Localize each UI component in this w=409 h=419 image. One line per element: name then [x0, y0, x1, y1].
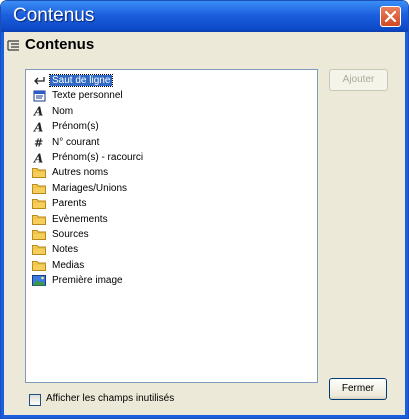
folder-icon — [32, 228, 46, 242]
image-icon — [32, 274, 46, 288]
list-item[interactable]: # N° courant — [32, 135, 101, 150]
section-title: Contenus — [25, 36, 95, 53]
add-button[interactable]: Ajouter — [329, 69, 388, 91]
window-frame — [405, 32, 408, 418]
list-icon — [7, 40, 19, 51]
line-break-icon — [32, 74, 46, 88]
folder-icon — [32, 258, 46, 272]
svg-text:A: A — [33, 121, 43, 133]
close-button[interactable]: Fermer — [329, 378, 387, 400]
list-item[interactable]: Medias — [32, 258, 86, 273]
contenus-dialog: Contenus Contenus Saut de ligne Texte per… — [0, 0, 409, 419]
list-item[interactable]: Première image — [32, 273, 125, 288]
list-item-label: Autres noms — [52, 167, 109, 179]
list-item-label: Prénom(s) — [52, 121, 99, 133]
list-item-label: Notes — [52, 244, 79, 256]
list-item[interactable]: Autres noms — [32, 165, 110, 180]
list-item[interactable]: Notes — [32, 242, 80, 257]
field-a-icon: A — [32, 120, 46, 134]
list-item[interactable]: Parents — [32, 196, 88, 211]
list-item-label: Evènements — [52, 213, 108, 225]
hash-icon: # — [32, 135, 46, 149]
show-unused-fields-label[interactable]: Afficher les champs inutilisés — [46, 393, 174, 404]
close-window-button[interactable] — [380, 6, 401, 27]
folder-icon — [32, 212, 46, 226]
list-item-label: Mariages/Unions — [52, 182, 128, 194]
svg-text:A: A — [33, 152, 43, 164]
list-item-label: Texte personnel — [52, 90, 123, 102]
list-item[interactable]: A Prénom(s) — [32, 119, 101, 134]
folder-icon — [32, 181, 46, 195]
list-item-label: Première image — [52, 275, 123, 287]
title-bar[interactable]: Contenus — [1, 1, 408, 32]
folder-icon — [32, 197, 46, 211]
folder-icon — [32, 166, 46, 180]
svg-text:#: # — [34, 137, 43, 149]
list-item-label: Sources — [52, 229, 89, 240]
svg-text:A: A — [33, 105, 43, 117]
list-item[interactable]: Saut de ligne — [32, 73, 114, 88]
folder-icon — [32, 243, 46, 257]
list-item-label: N° courant — [52, 136, 100, 148]
window-frame — [1, 32, 4, 418]
list-item-label: Prénom(s) - racourci — [52, 152, 144, 163]
field-a-icon: A — [32, 151, 46, 165]
list-item-label: Medias — [52, 259, 85, 271]
close-icon — [385, 11, 396, 22]
content-list[interactable]: Saut de ligne Texte personnel A Nom A Prénom(… — [25, 69, 318, 383]
list-item[interactable]: Evènements — [32, 212, 110, 227]
list-item[interactable]: A Prénom(s) - racourci — [32, 150, 145, 165]
custom-text-icon — [32, 89, 46, 103]
window-frame — [1, 415, 408, 418]
list-item[interactable]: Texte personnel — [32, 88, 125, 103]
window-title: Contenus — [13, 5, 95, 26]
list-item[interactable]: Mariages/Unions — [32, 181, 129, 196]
list-item-label: Nom — [52, 105, 74, 117]
list-item[interactable]: A Nom — [32, 104, 75, 119]
list-item-label: Saut de ligne — [48, 74, 114, 87]
show-unused-fields-checkbox[interactable] — [29, 394, 41, 406]
list-item-label: Parents — [52, 198, 87, 210]
field-a-icon: A — [32, 104, 46, 118]
list-item[interactable]: Sources — [32, 227, 91, 242]
